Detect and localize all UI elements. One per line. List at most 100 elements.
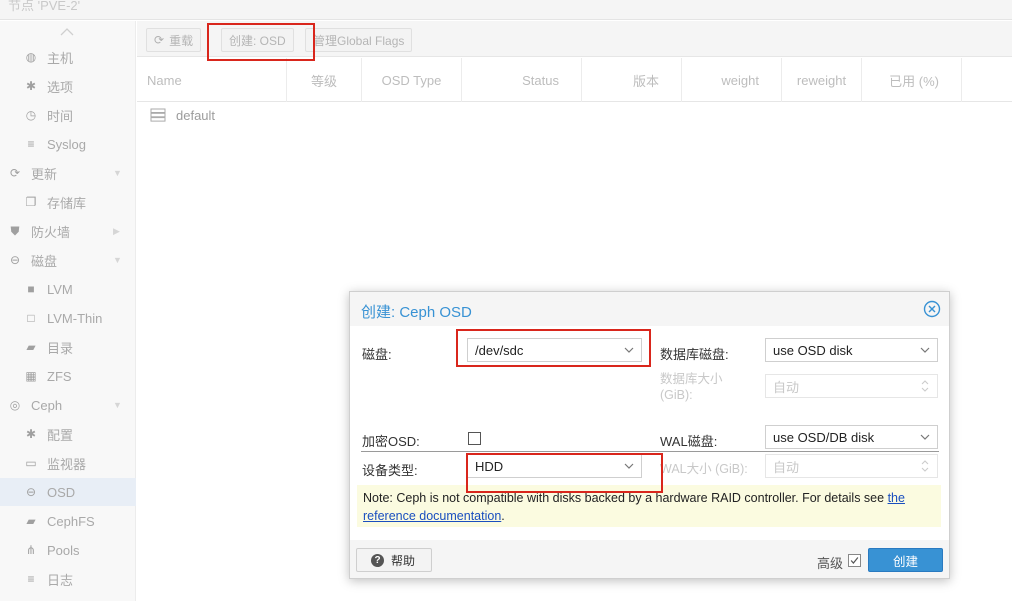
gear-icon: ✱ [25, 427, 37, 441]
wal-disk-select[interactable]: use OSD/DB disk [765, 425, 938, 449]
spinner-icon [921, 460, 929, 472]
column-osd-type[interactable]: OSD Type [362, 58, 462, 102]
wal-size-input[interactable]: 自动 [765, 454, 938, 478]
sidebar-item[interactable]: ⟳ 更新 ▼ [0, 159, 136, 187]
column-label: OSD Type [381, 72, 442, 88]
toolbar: ⟳ 重载 创建: OSD 管理Global Flags [137, 21, 1012, 57]
encrypt-label: 加密OSD: [362, 434, 420, 449]
encrypt-checkbox[interactable] [468, 432, 481, 445]
create-osd-label: 创建: OSD [229, 33, 286, 48]
chevron-down-icon [624, 347, 634, 353]
sidebar-item[interactable]: ◷ 时间 [0, 101, 136, 129]
section-divider [361, 451, 939, 452]
sidebar-item[interactable]: ✱ 选项 [0, 72, 136, 100]
close-icon[interactable] [923, 300, 941, 318]
table-row[interactable]: default [150, 104, 215, 126]
chevron-down-icon[interactable]: ▼ [113, 168, 122, 178]
disk-value: /dev/sdc [475, 342, 524, 358]
wal-disk-value: use OSD/DB disk [773, 429, 875, 445]
column-used[interactable]: 已用 (%) [862, 58, 962, 102]
advanced-label: 高级 [817, 556, 844, 571]
column-label: Name [147, 72, 182, 88]
sidebar-item-label: 时间 [47, 108, 74, 124]
column-label: weight [721, 72, 759, 88]
gear-icon: ✱ [25, 79, 37, 93]
disk-select[interactable]: /dev/sdc [467, 338, 642, 362]
dialog-footer: ? 帮助 高级 创建 [350, 540, 949, 578]
square-icon: ■ [27, 282, 35, 296]
sidebar-item[interactable]: ▦ ZFS [0, 362, 136, 390]
node-title: 节点 'PVE-2' [8, 0, 81, 13]
sidebar-item[interactable]: ✱ 配置 [0, 420, 136, 448]
column-status[interactable]: Status [462, 58, 582, 102]
column-version[interactable]: 版本 [582, 58, 682, 102]
list-icon: ≡ [27, 137, 35, 151]
disk-icon: ⊖ [25, 485, 37, 499]
sitemap-icon: ⋔ [25, 543, 37, 557]
globe-icon: ◍ [25, 50, 37, 64]
advanced-checkbox[interactable] [848, 554, 861, 567]
wal-size-placeholder: 自动 [773, 459, 800, 475]
column-label: reweight [796, 72, 847, 88]
sidebar-item-label: 主机 [47, 50, 74, 66]
chevron-down-icon[interactable]: ▼ [113, 400, 122, 410]
device-class-select[interactable]: HDD [467, 454, 642, 478]
dialog-header: 创建: Ceph OSD [350, 292, 949, 326]
sidebar-item[interactable]: ▰ CephFS [0, 507, 136, 535]
sidebar-item[interactable]: ≡ Syslog [0, 130, 136, 158]
sidebar-item-label: 监视器 [47, 456, 87, 472]
create-button[interactable]: 创建 [868, 548, 943, 572]
db-disk-select[interactable]: use OSD disk [765, 338, 938, 362]
sidebar-item[interactable]: ⋔ Pools [0, 536, 136, 564]
sidebar-item[interactable]: ▰ 目录 [0, 333, 136, 361]
column-class[interactable]: 等级 [287, 58, 362, 102]
global-flags-label: 管理Global Flags [313, 33, 405, 48]
reload-button[interactable]: ⟳ 重载 [146, 28, 202, 52]
sidebar-item-label: 存储库 [47, 195, 87, 211]
sidebar-item[interactable]: □ LVM-Thin [0, 304, 136, 332]
db-disk-value: use OSD disk [773, 342, 853, 358]
column-label: Status [522, 72, 559, 88]
note-text: Note: Ceph is not compatible with disks … [363, 491, 888, 505]
reload-label: 重载 [169, 33, 194, 48]
sidebar-item-label: OSD [47, 484, 76, 500]
create-osd-button[interactable]: 创建: OSD [221, 28, 294, 52]
sidebar-item[interactable]: ◎ Ceph ▼ [0, 391, 136, 419]
sidebar-item[interactable]: ■ LVM [0, 275, 136, 303]
sidebar-item[interactable]: ◍ 主机 [0, 43, 136, 71]
folder-icon: ▰ [26, 340, 36, 354]
wal-size-label: WAL大小 (GiB): [660, 462, 748, 476]
grid-header: Name 等级 OSD Type Status 版本 weight reweig… [137, 58, 1012, 102]
chevron-down-icon[interactable]: ▼ [113, 255, 122, 265]
folder-icon: ▰ [26, 514, 36, 528]
sidebar-item[interactable]: ⛊ 防火墙 ▶ [0, 217, 136, 245]
column-weight[interactable]: weight [682, 58, 782, 102]
sidebar-item-label: 选项 [47, 79, 74, 95]
column-name[interactable]: Name [137, 58, 287, 102]
sidebar-item[interactable]: ⊖ OSD [0, 478, 136, 506]
sidebar-item[interactable]: ▭ 监视器 [0, 449, 136, 477]
sidebar-item-label: 日志 [47, 572, 74, 588]
sidebar-item-label: 磁盘 [31, 253, 58, 269]
column-label: 已用 (%) [889, 73, 939, 89]
scroll-up-icon[interactable] [60, 27, 74, 37]
db-size-input[interactable]: 自动 [765, 374, 938, 398]
refresh-icon: ⟳ [9, 166, 21, 180]
spinner-icon [921, 380, 929, 392]
disk-icon: ⊖ [9, 253, 21, 267]
sidebar-item[interactable]: ❐ 存储库 [0, 188, 136, 216]
sidebar-item[interactable]: ⊖ 磁盘 ▼ [0, 246, 136, 274]
chevron-down-icon [920, 347, 930, 353]
sidebar-item[interactable]: ≡ 日志 [0, 565, 136, 593]
sidebar-item-label: Syslog [47, 136, 87, 152]
column-reweight[interactable]: reweight [782, 58, 862, 102]
wal-disk-label: WAL磁盘: [660, 434, 718, 449]
sidebar-item-label: 配置 [47, 427, 74, 443]
help-button[interactable]: ? 帮助 [356, 548, 432, 572]
chevron-right-icon[interactable]: ▶ [113, 226, 122, 236]
device-class-label: 设备类型: [362, 463, 418, 478]
global-flags-button[interactable]: 管理Global Flags [305, 28, 413, 52]
note-suffix: . [501, 509, 505, 523]
column-label: 等级 [310, 73, 337, 89]
node-header: 节点 'PVE-2' [0, 0, 1012, 20]
